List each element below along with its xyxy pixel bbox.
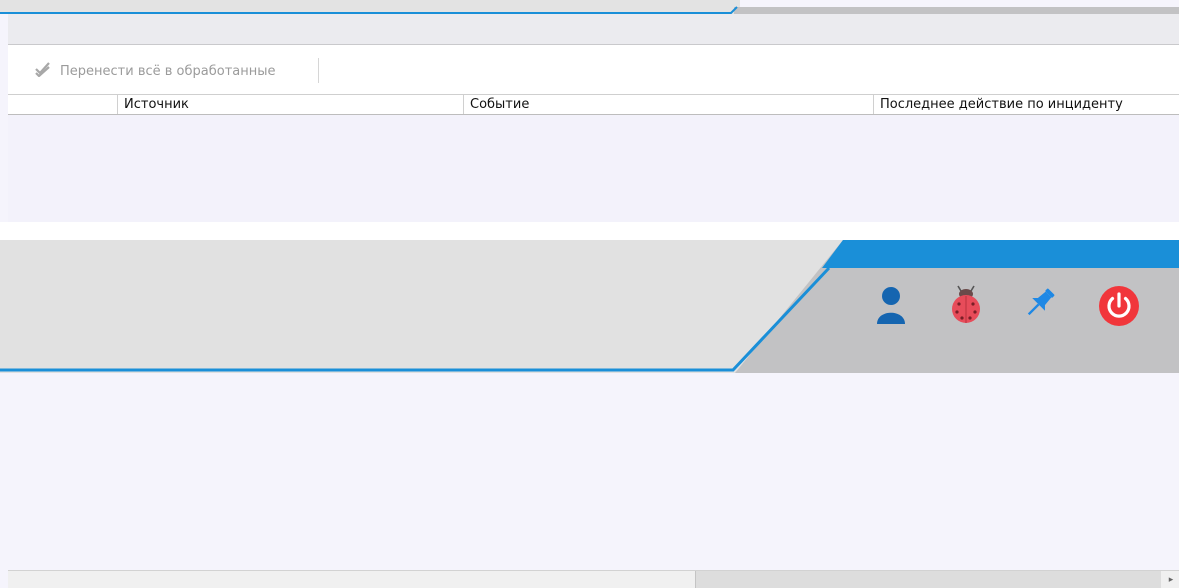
user-button[interactable] [876,285,920,329]
table-header: Источник Событие Последнее действие по и… [8,94,1179,115]
content-area [0,373,1179,570]
column-header-source[interactable]: Источник [117,95,463,114]
move-all-label: Перенести всё в обработанные [60,63,276,79]
scrollbar-thumb[interactable] [695,571,1161,588]
column-header-indicator[interactable] [8,95,117,114]
top-header-strip [0,0,1179,14]
column-header-last-action[interactable]: Последнее действие по инциденту [873,95,1179,114]
scroll-right-arrow-icon[interactable]: ▸ [1163,571,1179,588]
app-window: { "toolbar": { "move_all_label": "Перене… [0,0,1179,588]
horizontal-scrollbar[interactable]: ▸ [8,570,1179,588]
toolbar-separator [318,58,319,83]
column-header-event[interactable]: Событие [463,95,873,114]
move-all-to-processed-button[interactable]: Перенести всё в обработанные [35,60,276,82]
power-button[interactable] [1098,285,1142,329]
toolbar: Перенести всё в обработанные [8,45,1179,94]
bug-report-button[interactable] [950,285,994,329]
pin-button[interactable] [1022,285,1066,329]
panel-separator [0,222,1179,240]
header-background [0,240,1179,373]
double-check-icon [35,61,51,81]
table-body[interactable] [8,115,1179,222]
app-header-bar [0,240,1179,373]
panel-title-bar [8,14,1179,45]
top-accent-line [0,6,738,14]
